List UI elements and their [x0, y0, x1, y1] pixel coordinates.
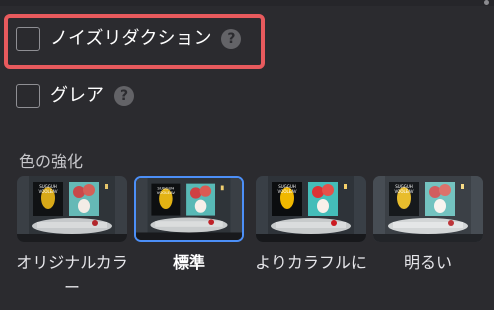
option-noise-reduction[interactable]: ノイズリダクション ?: [16, 27, 242, 51]
svg-text:VOOLEAV: VOOLEAV: [395, 189, 414, 194]
preset-thumbnail: SUGGUH VOOLEAV: [17, 176, 127, 242]
noise-reduction-label: ノイズリダクション: [50, 28, 212, 49]
glare-checkbox[interactable]: [16, 84, 40, 108]
top-dot: [484, 0, 489, 5]
svg-text:VOOLEAV: VOOLEAV: [278, 189, 297, 194]
preset-thumbnail: SUGGUH VOOLEAV: [256, 176, 366, 242]
preset-label: よりカラフルに: [255, 253, 367, 272]
room-thumbnail-image: SUGGUH VOOLEAV: [136, 178, 242, 240]
settings-panel: ノイズリダクション ? グレア ? 色の強化 SUGGUH VOOLEAV オリ…: [0, 0, 494, 310]
question-circle-icon[interactable]: ?: [114, 86, 134, 106]
preset-standard[interactable]: SUGGUH VOOLEAV 標準: [134, 176, 244, 302]
room-thumbnail-image: SUGGUH VOOLEAV: [373, 176, 483, 242]
svg-text:VOOLEAV: VOOLEAV: [39, 189, 58, 194]
preset-more-colorful[interactable]: SUGGUH VOOLEAV よりカラフルに: [255, 176, 367, 302]
option-glare[interactable]: グレア ?: [16, 84, 134, 108]
preset-thumbnail: SUGGUH VOOLEAV: [373, 176, 483, 242]
preset-thumbnail: SUGGUH VOOLEAV: [134, 176, 244, 242]
preset-bright[interactable]: SUGGUH VOOLEAV 明るい: [373, 176, 483, 302]
preset-label: 明るい: [403, 253, 452, 272]
noise-reduction-checkbox[interactable]: [16, 27, 40, 51]
preset-original-color[interactable]: SUGGUH VOOLEAV オリジナルカラー: [16, 176, 128, 302]
room-thumbnail-image: SUGGUH VOOLEAV: [256, 176, 366, 242]
preset-label: 標準: [172, 253, 205, 272]
color-enhancement-title: 色の強化: [19, 152, 84, 171]
question-circle-icon[interactable]: ?: [221, 29, 242, 49]
room-thumbnail-image: SUGGUH VOOLEAV: [17, 176, 127, 242]
glare-label: グレア: [50, 85, 104, 106]
top-strip: [0, 0, 494, 6]
svg-text:VOOLEAV: VOOLEAV: [157, 190, 176, 195]
preset-label: オリジナルカラー: [16, 253, 128, 297]
